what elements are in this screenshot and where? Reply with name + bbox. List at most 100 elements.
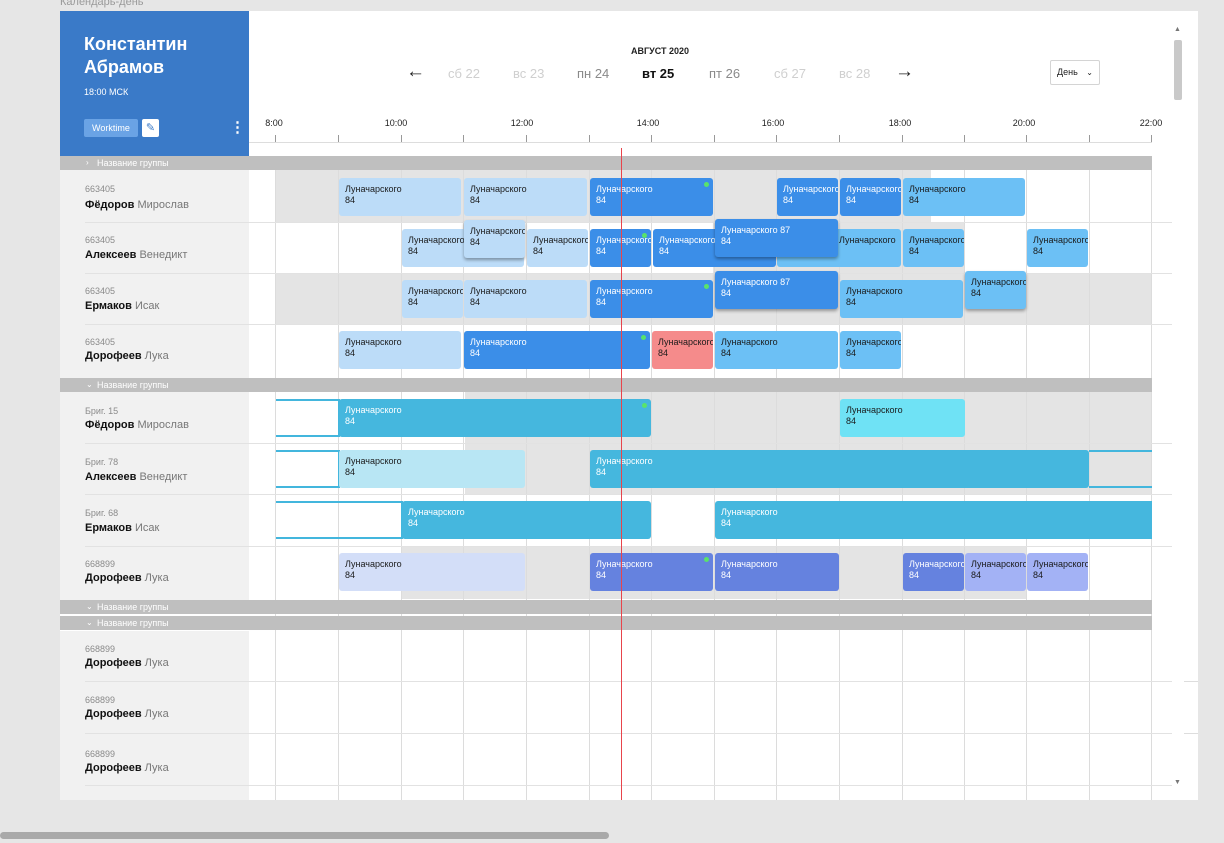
event-card[interactable]: Луначарского 84: [590, 553, 713, 591]
vertical-scrollbar-thumb[interactable]: [1174, 40, 1182, 100]
event-street: Луначарского: [470, 286, 527, 296]
row-first-name: Венедикт: [139, 471, 188, 483]
event-card[interactable]: Луначарского 84: [777, 178, 838, 216]
event-card[interactable]: Луначарского 84: [652, 331, 713, 369]
row-surname: Дорофеев: [85, 762, 142, 774]
day-tab-sun-23[interactable]: вс 23: [513, 66, 544, 81]
event-card[interactable]: Луначарского 84: [840, 280, 963, 318]
event-street: Луначарского: [721, 559, 778, 569]
event-card[interactable]: Луначарского 84: [464, 178, 587, 216]
event-outline[interactable]: [276, 399, 340, 437]
more-vertical-icon[interactable]: ⋮: [230, 119, 245, 137]
event-street: Луначарского: [408, 507, 465, 517]
row-id: 663405: [85, 286, 116, 296]
event-card[interactable]: Луначарского 84: [840, 399, 965, 437]
event-number: 84: [345, 570, 356, 580]
event-card[interactable]: Луначарского 87 84: [715, 271, 838, 309]
worktime-button[interactable]: Worktime: [84, 119, 138, 137]
row-surname: Ермаков: [85, 522, 132, 534]
event-street: Луначарского: [470, 184, 527, 194]
row-divider: [1184, 681, 1198, 682]
row-divider: [85, 222, 1172, 223]
event-card[interactable]: Луначарского 84: [715, 501, 1152, 539]
event-street: Луначарского: [596, 456, 653, 466]
event-card[interactable]: Луначарского 84: [339, 450, 525, 488]
group-header[interactable]: ⌄ Название группы: [60, 616, 1152, 630]
hour-tick: [589, 135, 590, 142]
vertical-scrollbar[interactable]: [1172, 28, 1184, 788]
event-card[interactable]: Луначарского 84: [339, 331, 461, 369]
row-id: Бриг. 15: [85, 406, 119, 416]
arrow-left-icon[interactable]: ←: [406, 61, 425, 83]
event-card[interactable]: Луначарского 84: [590, 450, 1089, 488]
day-tab-sat-22[interactable]: сб 22: [448, 66, 480, 81]
group-header[interactable]: › Название группы: [60, 156, 1152, 170]
arrow-right-icon[interactable]: →: [895, 61, 914, 83]
event-card[interactable]: Луначарского 84: [402, 280, 463, 318]
day-tab-sat-27[interactable]: сб 27: [774, 66, 806, 81]
day-tab-sun-28[interactable]: вс 28: [839, 66, 870, 81]
row-first-name: Лука: [144, 657, 169, 669]
event-card[interactable]: Луначарского 84: [339, 553, 525, 591]
event-number: 84: [721, 348, 732, 358]
scroll-up-icon[interactable]: ▲: [1174, 26, 1181, 33]
row-id: 668899: [85, 695, 116, 705]
event-card[interactable]: Луначарского 84: [339, 178, 461, 216]
status-dot-icon: [704, 557, 709, 562]
row-divider: [85, 681, 1172, 682]
horizontal-scrollbar-thumb[interactable]: [0, 832, 609, 839]
event-street: Луначарского: [971, 559, 1026, 569]
event-number: 84: [721, 518, 732, 528]
view-select[interactable]: День ⌄: [1050, 60, 1100, 85]
event-card[interactable]: Луначарского 84: [840, 331, 901, 369]
event-card[interactable]: Луначарского 84: [965, 271, 1026, 309]
event-outline[interactable]: [1089, 450, 1152, 488]
day-tab-mon-24[interactable]: пн 24: [577, 66, 609, 81]
event-card[interactable]: Луначарского 84: [464, 280, 587, 318]
day-tab-tue-25[interactable]: вт 25: [642, 66, 674, 81]
pencil-icon[interactable]: ✎: [142, 119, 159, 137]
event-card[interactable]: Луначарского 84: [903, 178, 1025, 216]
scroll-down-icon[interactable]: ▼: [1174, 779, 1181, 786]
event-card[interactable]: Луначарского 84: [527, 229, 588, 267]
event-number: 84: [596, 195, 607, 205]
group-header[interactable]: ⌄ Название группы: [60, 378, 1152, 392]
event-card[interactable]: Луначарского 84: [903, 229, 964, 267]
event-card[interactable]: Луначарского 84: [840, 178, 901, 216]
event-card[interactable]: Луначарского 84: [1027, 229, 1088, 267]
event-card[interactable]: Луначарского 84: [715, 553, 839, 591]
event-card[interactable]: Луначарского 84: [590, 280, 713, 318]
row-id: 663405: [85, 184, 116, 194]
hour-tick: [1151, 135, 1152, 142]
hour-tick: [463, 135, 464, 142]
event-card[interactable]: Луначарского 84: [464, 220, 525, 258]
event-title: Луначарского 87: [721, 225, 791, 235]
row-divider: [85, 443, 1172, 444]
row-person: Фёдоров Мирослав: [85, 199, 189, 211]
group-header[interactable]: ⌄ Название группы: [60, 600, 1152, 614]
hour-tick: [526, 135, 527, 142]
event-card[interactable]: Луначарского 84: [1027, 553, 1088, 591]
day-tab-fri-26[interactable]: пт 26: [709, 66, 740, 81]
event-card[interactable]: Луначарского 84: [715, 331, 838, 369]
event-title: Луначарского 87: [721, 277, 791, 287]
event-street: Луначарского: [345, 337, 402, 347]
hour-tick: [338, 135, 339, 142]
event-street: Луначарского: [345, 456, 402, 466]
event-number: 84: [408, 518, 419, 528]
row-first-name: Мирослав: [137, 199, 189, 211]
row-divider: [85, 546, 1172, 547]
event-outline[interactable]: [276, 501, 403, 539]
event-card[interactable]: Луначарского 84: [590, 178, 713, 216]
event-card[interactable]: Луначарского 84: [464, 331, 650, 369]
event-card[interactable]: Луначарского 84: [339, 399, 651, 437]
event-number: 84: [846, 297, 857, 307]
row-surname: Фёдоров: [85, 199, 135, 211]
event-card[interactable]: Луначарского 84: [402, 501, 651, 539]
event-card[interactable]: Луначарского 84: [965, 553, 1026, 591]
row-id: Бриг. 78: [85, 457, 119, 467]
event-card[interactable]: Луначарского 87 84: [715, 219, 838, 257]
event-card[interactable]: Луначарского 84: [903, 553, 964, 591]
chevron-down-icon: ⌄: [86, 602, 93, 611]
event-outline[interactable]: [276, 450, 340, 488]
